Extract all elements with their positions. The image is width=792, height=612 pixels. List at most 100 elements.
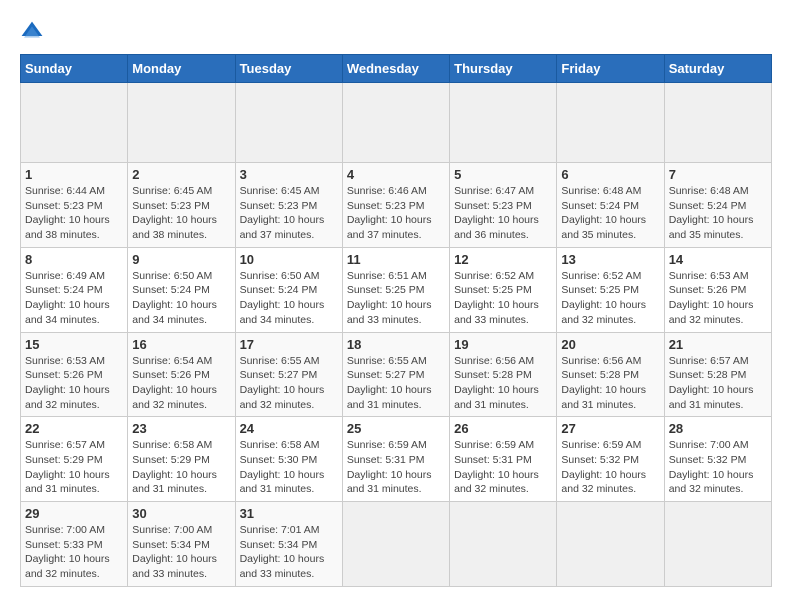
cell-info: Sunrise: 6:44 AMSunset: 5:23 PMDaylight:… <box>25 185 110 241</box>
week-row-1: 1 Sunrise: 6:44 AMSunset: 5:23 PMDayligh… <box>21 163 772 248</box>
day-number: 3 <box>240 167 338 182</box>
cell-info: Sunrise: 6:49 AMSunset: 5:24 PMDaylight:… <box>25 270 110 326</box>
calendar-cell: 22 Sunrise: 6:57 AMSunset: 5:29 PMDaylig… <box>21 417 128 502</box>
day-number: 12 <box>454 252 552 267</box>
day-number: 6 <box>561 167 659 182</box>
day-number: 19 <box>454 337 552 352</box>
cell-info: Sunrise: 6:45 AMSunset: 5:23 PMDaylight:… <box>240 185 325 241</box>
cell-info: Sunrise: 6:46 AMSunset: 5:23 PMDaylight:… <box>347 185 432 241</box>
day-number: 7 <box>669 167 767 182</box>
day-number: 17 <box>240 337 338 352</box>
calendar-cell: 24 Sunrise: 6:58 AMSunset: 5:30 PMDaylig… <box>235 417 342 502</box>
column-header-sunday: Sunday <box>21 55 128 83</box>
cell-info: Sunrise: 6:57 AMSunset: 5:28 PMDaylight:… <box>669 355 754 411</box>
week-row-5: 29 Sunrise: 7:00 AMSunset: 5:33 PMDaylig… <box>21 502 772 587</box>
cell-info: Sunrise: 6:52 AMSunset: 5:25 PMDaylight:… <box>454 270 539 326</box>
calendar-cell: 26 Sunrise: 6:59 AMSunset: 5:31 PMDaylig… <box>450 417 557 502</box>
day-number: 13 <box>561 252 659 267</box>
cell-info: Sunrise: 6:47 AMSunset: 5:23 PMDaylight:… <box>454 185 539 241</box>
cell-info: Sunrise: 6:53 AMSunset: 5:26 PMDaylight:… <box>669 270 754 326</box>
day-number: 29 <box>25 506 123 521</box>
day-number: 11 <box>347 252 445 267</box>
cell-info: Sunrise: 7:01 AMSunset: 5:34 PMDaylight:… <box>240 524 325 580</box>
cell-info: Sunrise: 6:50 AMSunset: 5:24 PMDaylight:… <box>240 270 325 326</box>
cell-info: Sunrise: 7:00 AMSunset: 5:33 PMDaylight:… <box>25 524 110 580</box>
cell-info: Sunrise: 6:55 AMSunset: 5:27 PMDaylight:… <box>347 355 432 411</box>
column-header-saturday: Saturday <box>664 55 771 83</box>
calendar-cell: 31 Sunrise: 7:01 AMSunset: 5:34 PMDaylig… <box>235 502 342 587</box>
day-number: 5 <box>454 167 552 182</box>
day-number: 28 <box>669 421 767 436</box>
logo <box>20 20 48 44</box>
cell-info: Sunrise: 6:53 AMSunset: 5:26 PMDaylight:… <box>25 355 110 411</box>
calendar-cell: 6 Sunrise: 6:48 AMSunset: 5:24 PMDayligh… <box>557 163 664 248</box>
day-number: 26 <box>454 421 552 436</box>
calendar-cell: 2 Sunrise: 6:45 AMSunset: 5:23 PMDayligh… <box>128 163 235 248</box>
calendar-cell: 4 Sunrise: 6:46 AMSunset: 5:23 PMDayligh… <box>342 163 449 248</box>
calendar-cell: 21 Sunrise: 6:57 AMSunset: 5:28 PMDaylig… <box>664 332 771 417</box>
calendar-cell <box>664 83 771 163</box>
calendar-cell: 18 Sunrise: 6:55 AMSunset: 5:27 PMDaylig… <box>342 332 449 417</box>
calendar-cell: 10 Sunrise: 6:50 AMSunset: 5:24 PMDaylig… <box>235 247 342 332</box>
week-row-3: 15 Sunrise: 6:53 AMSunset: 5:26 PMDaylig… <box>21 332 772 417</box>
day-number: 10 <box>240 252 338 267</box>
calendar-cell <box>342 83 449 163</box>
day-number: 20 <box>561 337 659 352</box>
calendar-cell <box>128 83 235 163</box>
day-number: 31 <box>240 506 338 521</box>
calendar-cell: 9 Sunrise: 6:50 AMSunset: 5:24 PMDayligh… <box>128 247 235 332</box>
calendar-cell: 25 Sunrise: 6:59 AMSunset: 5:31 PMDaylig… <box>342 417 449 502</box>
calendar-cell: 27 Sunrise: 6:59 AMSunset: 5:32 PMDaylig… <box>557 417 664 502</box>
calendar-cell: 12 Sunrise: 6:52 AMSunset: 5:25 PMDaylig… <box>450 247 557 332</box>
calendar-cell: 15 Sunrise: 6:53 AMSunset: 5:26 PMDaylig… <box>21 332 128 417</box>
day-number: 27 <box>561 421 659 436</box>
calendar-cell <box>557 83 664 163</box>
cell-info: Sunrise: 6:48 AMSunset: 5:24 PMDaylight:… <box>669 185 754 241</box>
column-header-monday: Monday <box>128 55 235 83</box>
calendar-cell <box>664 502 771 587</box>
day-number: 22 <box>25 421 123 436</box>
calendar-cell <box>235 83 342 163</box>
day-number: 18 <box>347 337 445 352</box>
calendar-cell: 8 Sunrise: 6:49 AMSunset: 5:24 PMDayligh… <box>21 247 128 332</box>
calendar-cell: 1 Sunrise: 6:44 AMSunset: 5:23 PMDayligh… <box>21 163 128 248</box>
calendar-cell <box>342 502 449 587</box>
cell-info: Sunrise: 6:48 AMSunset: 5:24 PMDaylight:… <box>561 185 646 241</box>
cell-info: Sunrise: 6:56 AMSunset: 5:28 PMDaylight:… <box>454 355 539 411</box>
calendar-cell: 19 Sunrise: 6:56 AMSunset: 5:28 PMDaylig… <box>450 332 557 417</box>
cell-info: Sunrise: 6:52 AMSunset: 5:25 PMDaylight:… <box>561 270 646 326</box>
calendar-cell: 11 Sunrise: 6:51 AMSunset: 5:25 PMDaylig… <box>342 247 449 332</box>
calendar-cell: 20 Sunrise: 6:56 AMSunset: 5:28 PMDaylig… <box>557 332 664 417</box>
calendar-cell: 14 Sunrise: 6:53 AMSunset: 5:26 PMDaylig… <box>664 247 771 332</box>
cell-info: Sunrise: 6:55 AMSunset: 5:27 PMDaylight:… <box>240 355 325 411</box>
week-row-0 <box>21 83 772 163</box>
day-number: 24 <box>240 421 338 436</box>
calendar-cell: 5 Sunrise: 6:47 AMSunset: 5:23 PMDayligh… <box>450 163 557 248</box>
calendar-cell: 7 Sunrise: 6:48 AMSunset: 5:24 PMDayligh… <box>664 163 771 248</box>
calendar-cell: 29 Sunrise: 7:00 AMSunset: 5:33 PMDaylig… <box>21 502 128 587</box>
column-header-tuesday: Tuesday <box>235 55 342 83</box>
page-header <box>20 20 772 44</box>
cell-info: Sunrise: 6:45 AMSunset: 5:23 PMDaylight:… <box>132 185 217 241</box>
calendar-cell <box>450 83 557 163</box>
day-number: 4 <box>347 167 445 182</box>
day-number: 23 <box>132 421 230 436</box>
cell-info: Sunrise: 6:59 AMSunset: 5:31 PMDaylight:… <box>347 439 432 495</box>
calendar-table: SundayMondayTuesdayWednesdayThursdayFrid… <box>20 54 772 587</box>
day-number: 15 <box>25 337 123 352</box>
calendar-cell <box>21 83 128 163</box>
day-number: 8 <box>25 252 123 267</box>
cell-info: Sunrise: 6:50 AMSunset: 5:24 PMDaylight:… <box>132 270 217 326</box>
cell-info: Sunrise: 6:58 AMSunset: 5:30 PMDaylight:… <box>240 439 325 495</box>
week-row-4: 22 Sunrise: 6:57 AMSunset: 5:29 PMDaylig… <box>21 417 772 502</box>
calendar-cell: 23 Sunrise: 6:58 AMSunset: 5:29 PMDaylig… <box>128 417 235 502</box>
calendar-cell <box>450 502 557 587</box>
column-header-friday: Friday <box>557 55 664 83</box>
cell-info: Sunrise: 6:59 AMSunset: 5:31 PMDaylight:… <box>454 439 539 495</box>
cell-info: Sunrise: 6:54 AMSunset: 5:26 PMDaylight:… <box>132 355 217 411</box>
calendar-cell: 3 Sunrise: 6:45 AMSunset: 5:23 PMDayligh… <box>235 163 342 248</box>
day-number: 2 <box>132 167 230 182</box>
cell-info: Sunrise: 6:59 AMSunset: 5:32 PMDaylight:… <box>561 439 646 495</box>
calendar-cell: 30 Sunrise: 7:00 AMSunset: 5:34 PMDaylig… <box>128 502 235 587</box>
day-number: 25 <box>347 421 445 436</box>
